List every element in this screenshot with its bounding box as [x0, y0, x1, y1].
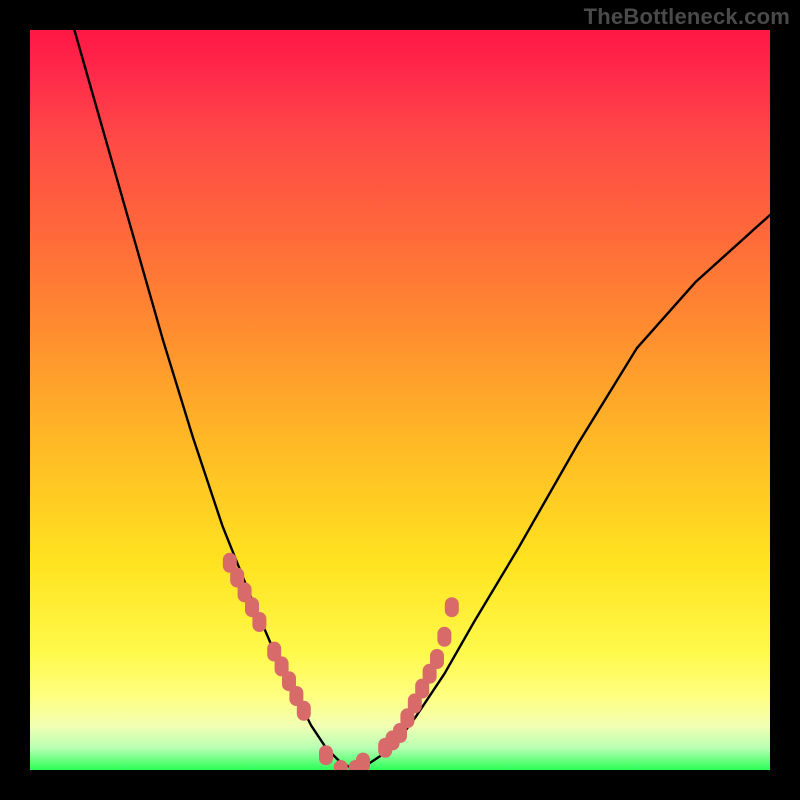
- marker-group: [223, 553, 459, 770]
- marker-point: [437, 627, 451, 647]
- chart-frame: TheBottleneck.com: [0, 0, 800, 800]
- marker-point: [430, 649, 444, 669]
- marker-point: [252, 612, 266, 632]
- plot-area: [30, 30, 770, 770]
- chart-svg: [30, 30, 770, 770]
- marker-point: [319, 745, 333, 765]
- watermark-text: TheBottleneck.com: [584, 4, 790, 30]
- marker-point: [356, 753, 370, 770]
- marker-point: [297, 701, 311, 721]
- marker-point: [334, 760, 348, 770]
- marker-point: [445, 597, 459, 617]
- curve-line: [74, 30, 770, 770]
